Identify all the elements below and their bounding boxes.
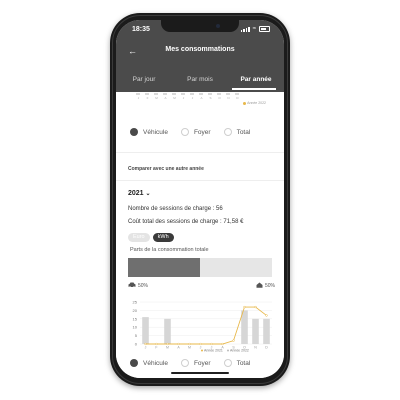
content-area: JFMAMJJASOND Année 2022 Véhicule Foyer T… xyxy=(116,92,284,378)
line-point xyxy=(144,342,147,346)
legend-label: Année 2022 xyxy=(230,349,249,353)
divider xyxy=(116,180,284,181)
top-chart-bars xyxy=(136,93,239,95)
home-share: 50% xyxy=(256,282,275,290)
sessions-count: Nombre de sessions de charge : 56 xyxy=(128,206,223,212)
y-tick-label: 20 xyxy=(133,308,138,313)
radio-unchecked-icon xyxy=(223,128,232,136)
radio-checked-icon xyxy=(130,359,138,367)
home-indicator xyxy=(171,372,229,374)
line-point xyxy=(243,305,246,309)
unit-toggle: Euro kWh xyxy=(128,233,174,242)
page-title: Mes consommations xyxy=(165,46,235,53)
line-point xyxy=(210,342,213,346)
status-time: 18:35 xyxy=(132,26,150,33)
line-point xyxy=(188,342,191,346)
yearly-consumption-chart: 0510152025J F M A M J J A S O N DAnnée 2021 Année 20… xyxy=(133,300,272,353)
legend-label: Année 2021 xyxy=(204,349,223,353)
bottom-filter-radio-group: Véhicule Foyer Total xyxy=(130,359,263,367)
tab-par-jour[interactable]: Par jour xyxy=(116,70,172,90)
parts-title: Parts de la consommation totale xyxy=(130,247,209,253)
line-point xyxy=(166,342,169,346)
share-bar xyxy=(128,258,272,277)
sessions-cost: Coût total des sessions de charge : 71,5… xyxy=(128,219,244,225)
wifi-icon: ≈ xyxy=(252,26,256,32)
x-tick-label: A xyxy=(177,346,180,350)
top-chart-month-labels: JFMAMJJASOND xyxy=(137,96,239,100)
legend-dot xyxy=(227,349,229,352)
x-tick-label: J xyxy=(200,346,202,350)
line-series xyxy=(145,306,267,345)
radio-checked-icon xyxy=(130,128,138,136)
radio-foyer[interactable]: Foyer xyxy=(180,128,211,136)
y-tick-label: 25 xyxy=(133,300,138,305)
line-point xyxy=(254,305,257,309)
signal-icon xyxy=(240,26,250,32)
top-chart-legend: Année 2022 xyxy=(243,101,266,105)
vehicle-share: 50% xyxy=(128,282,148,290)
y-tick-label: 0 xyxy=(135,342,138,347)
active-tab-indicator xyxy=(232,88,276,90)
app-screen: 18:35 ≈ ← Mes consommations Par jour Par… xyxy=(116,20,284,378)
radio-vehicule[interactable]: Véhicule xyxy=(130,128,168,136)
line-point xyxy=(221,342,224,346)
radio-foyer[interactable]: Foyer xyxy=(180,359,211,367)
line-point xyxy=(232,339,235,342)
x-tick-label: J xyxy=(145,346,147,350)
bar xyxy=(142,317,149,344)
tab-par-annee[interactable]: Par année xyxy=(228,70,284,90)
bar xyxy=(263,318,270,344)
vehicle-share-fill xyxy=(128,258,200,277)
y-tick-label: 10 xyxy=(133,325,138,330)
y-tick-label: 5 xyxy=(135,333,138,338)
x-tick-label: M xyxy=(188,346,191,350)
period-tabs: Par jour Par mois Par année xyxy=(116,70,284,90)
radio-unchecked-icon xyxy=(180,359,189,367)
line-point xyxy=(265,314,268,317)
bar xyxy=(164,318,171,344)
car-icon xyxy=(128,282,136,290)
toggle-kwh[interactable]: kWh xyxy=(152,233,174,242)
front-camera xyxy=(216,24,220,28)
bar xyxy=(252,318,259,344)
line-point xyxy=(155,342,158,346)
x-tick-label: N xyxy=(254,346,257,350)
phone-notch xyxy=(161,19,239,32)
radio-unchecked-icon xyxy=(223,359,232,367)
filter-radio-group: Véhicule Foyer Total xyxy=(130,128,263,136)
battery-icon xyxy=(259,26,270,32)
radio-vehicule[interactable]: Véhicule xyxy=(130,359,168,367)
chevron-down-icon: ⌄ xyxy=(145,191,151,197)
home-icon xyxy=(256,282,263,290)
x-tick-label: F xyxy=(155,346,157,350)
compare-label: Comparer avec une autre année xyxy=(128,166,204,172)
radio-total[interactable]: Total xyxy=(223,128,250,136)
status-icons: ≈ xyxy=(240,26,270,32)
x-tick-label: M xyxy=(166,346,169,350)
radio-total[interactable]: Total xyxy=(223,359,250,367)
y-tick-label: 15 xyxy=(133,316,138,321)
radio-unchecked-icon xyxy=(180,128,189,136)
toggle-euro[interactable]: Euro xyxy=(128,233,150,242)
tab-par-mois[interactable]: Par mois xyxy=(172,70,228,90)
year-select[interactable]: 2021 ⌄ xyxy=(128,190,151,197)
line-point xyxy=(199,342,202,346)
legend-dot xyxy=(201,349,203,352)
x-tick-label: D xyxy=(265,346,268,350)
line-point xyxy=(177,342,180,346)
divider xyxy=(116,152,284,153)
